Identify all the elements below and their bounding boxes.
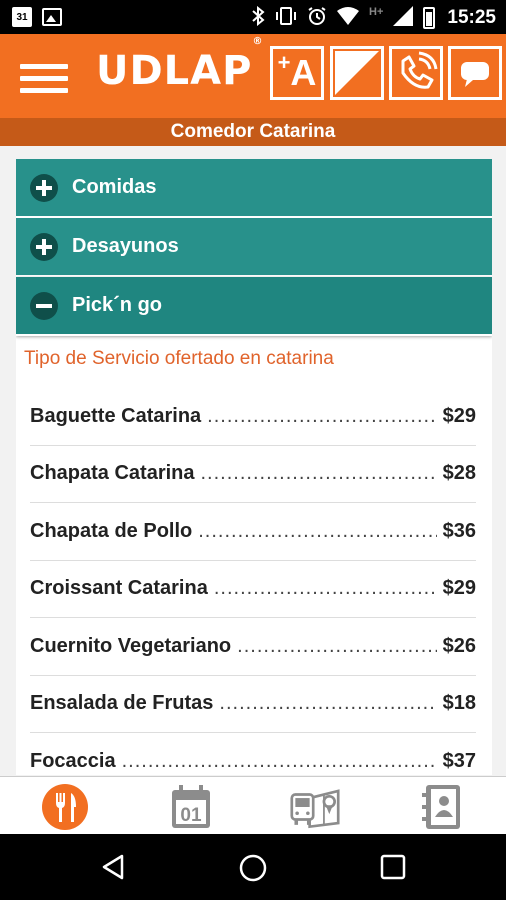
plus-a-button[interactable]: + A [270, 46, 324, 100]
triangle-icon [335, 51, 379, 95]
fork-knife-icon [42, 784, 88, 830]
accordion-label: Pick´n go [72, 294, 163, 316]
accordion-comidas[interactable]: Comidas [16, 159, 492, 218]
item-name: Chapata Catarina [30, 462, 195, 485]
battery-icon [423, 7, 436, 29]
item-name: Cuernito Vegetariano [30, 634, 232, 657]
item-price: $29 [442, 404, 476, 427]
menu-list: Baguette Catarina ......................… [16, 388, 492, 775]
item-name: Baguette Catarina [30, 404, 202, 427]
recent-apps-button[interactable] [378, 852, 412, 882]
list-item: Baguette Catarina ......................… [30, 388, 476, 446]
calendar-icon: 01 [172, 785, 210, 828]
wifi-icon [337, 7, 360, 29]
udlap-logo: UDLAP® [96, 35, 264, 94]
item-price: $18 [442, 692, 476, 715]
back-button[interactable] [98, 852, 132, 882]
tab-transport-map[interactable] [290, 783, 340, 831]
list-item: Ensalada de Frutas .....................… [30, 676, 476, 733]
chat-button[interactable] [448, 46, 502, 100]
calendar-date: 01 [180, 805, 202, 826]
home-button[interactable] [237, 852, 271, 882]
menu-icon[interactable] [20, 64, 68, 94]
signal-icon [393, 6, 414, 30]
dot-leader: ........................................… [198, 519, 436, 542]
network-type: H+ [369, 6, 384, 18]
service-title: Tipo de Servicio ofertado en catarina [24, 348, 334, 369]
item-name: Ensalada de Frutas [30, 692, 214, 715]
dot-leader: ........................................… [219, 692, 436, 715]
item-name: Croissant Catarina [30, 577, 208, 600]
page-title: Comedor Catarina [0, 118, 506, 146]
item-price: $37 [442, 749, 476, 772]
item-price: $29 [442, 577, 476, 600]
phone-icon [401, 51, 438, 89]
tab-calendar[interactable]: 01 [166, 783, 216, 831]
dot-leader: ........................................… [200, 462, 437, 485]
dot-leader: ........................................… [207, 404, 437, 427]
contacts-icon [422, 785, 460, 829]
home-icon [239, 854, 267, 882]
item-name: Chapata de Pollo [30, 519, 193, 542]
dot-leader: ........................................… [213, 577, 437, 600]
list-item: Croissant Catarina .....................… [30, 561, 476, 618]
tab-contacts[interactable] [418, 783, 468, 831]
bus-map-icon [290, 789, 340, 829]
triangle-logo-button[interactable] [330, 46, 384, 100]
bluetooth-icon [251, 5, 265, 30]
item-price: $28 [442, 462, 476, 485]
vibrate-icon [275, 6, 297, 30]
menu-card: Comidas Desayunos Pick´n go Tipo de Serv… [16, 159, 492, 775]
list-item: Chapata Catarina .......................… [30, 446, 476, 503]
recent-apps-icon [380, 854, 406, 880]
minus-icon [30, 291, 58, 320]
back-icon [102, 854, 124, 880]
tab-food[interactable] [40, 783, 90, 831]
list-item: Cuernito Vegetariano ...................… [30, 618, 476, 676]
item-price: $36 [442, 519, 476, 542]
app-header: UDLAP® + A [0, 34, 506, 118]
plus-icon [30, 232, 58, 261]
chat-bubble-icon [461, 62, 489, 87]
accordion-desayunos[interactable]: Desayunos [16, 218, 492, 277]
dot-leader: ........................................… [121, 749, 437, 772]
list-item: Chapata de Pollo .......................… [30, 503, 476, 561]
phone-button[interactable] [389, 46, 443, 100]
list-item: Focaccia ...............................… [30, 733, 476, 775]
clock: 15:25 [447, 7, 496, 28]
alarm-icon [307, 6, 327, 30]
bottom-tab-bar: 01 [0, 776, 506, 834]
calendar-notification-icon: 31 [12, 7, 32, 27]
image-notification-icon [42, 8, 62, 26]
item-price: $26 [442, 634, 476, 657]
accordion-label: Desayunos [72, 235, 179, 257]
accordion-pick-n-go[interactable]: Pick´n go [16, 277, 492, 336]
plus-icon [30, 173, 58, 202]
item-name: Focaccia [30, 749, 116, 772]
system-nav-bar [0, 834, 506, 900]
accordion-label: Comidas [72, 176, 157, 198]
dot-leader: ........................................… [237, 634, 437, 657]
status-bar: 31 H+ 15:25 [0, 0, 506, 34]
